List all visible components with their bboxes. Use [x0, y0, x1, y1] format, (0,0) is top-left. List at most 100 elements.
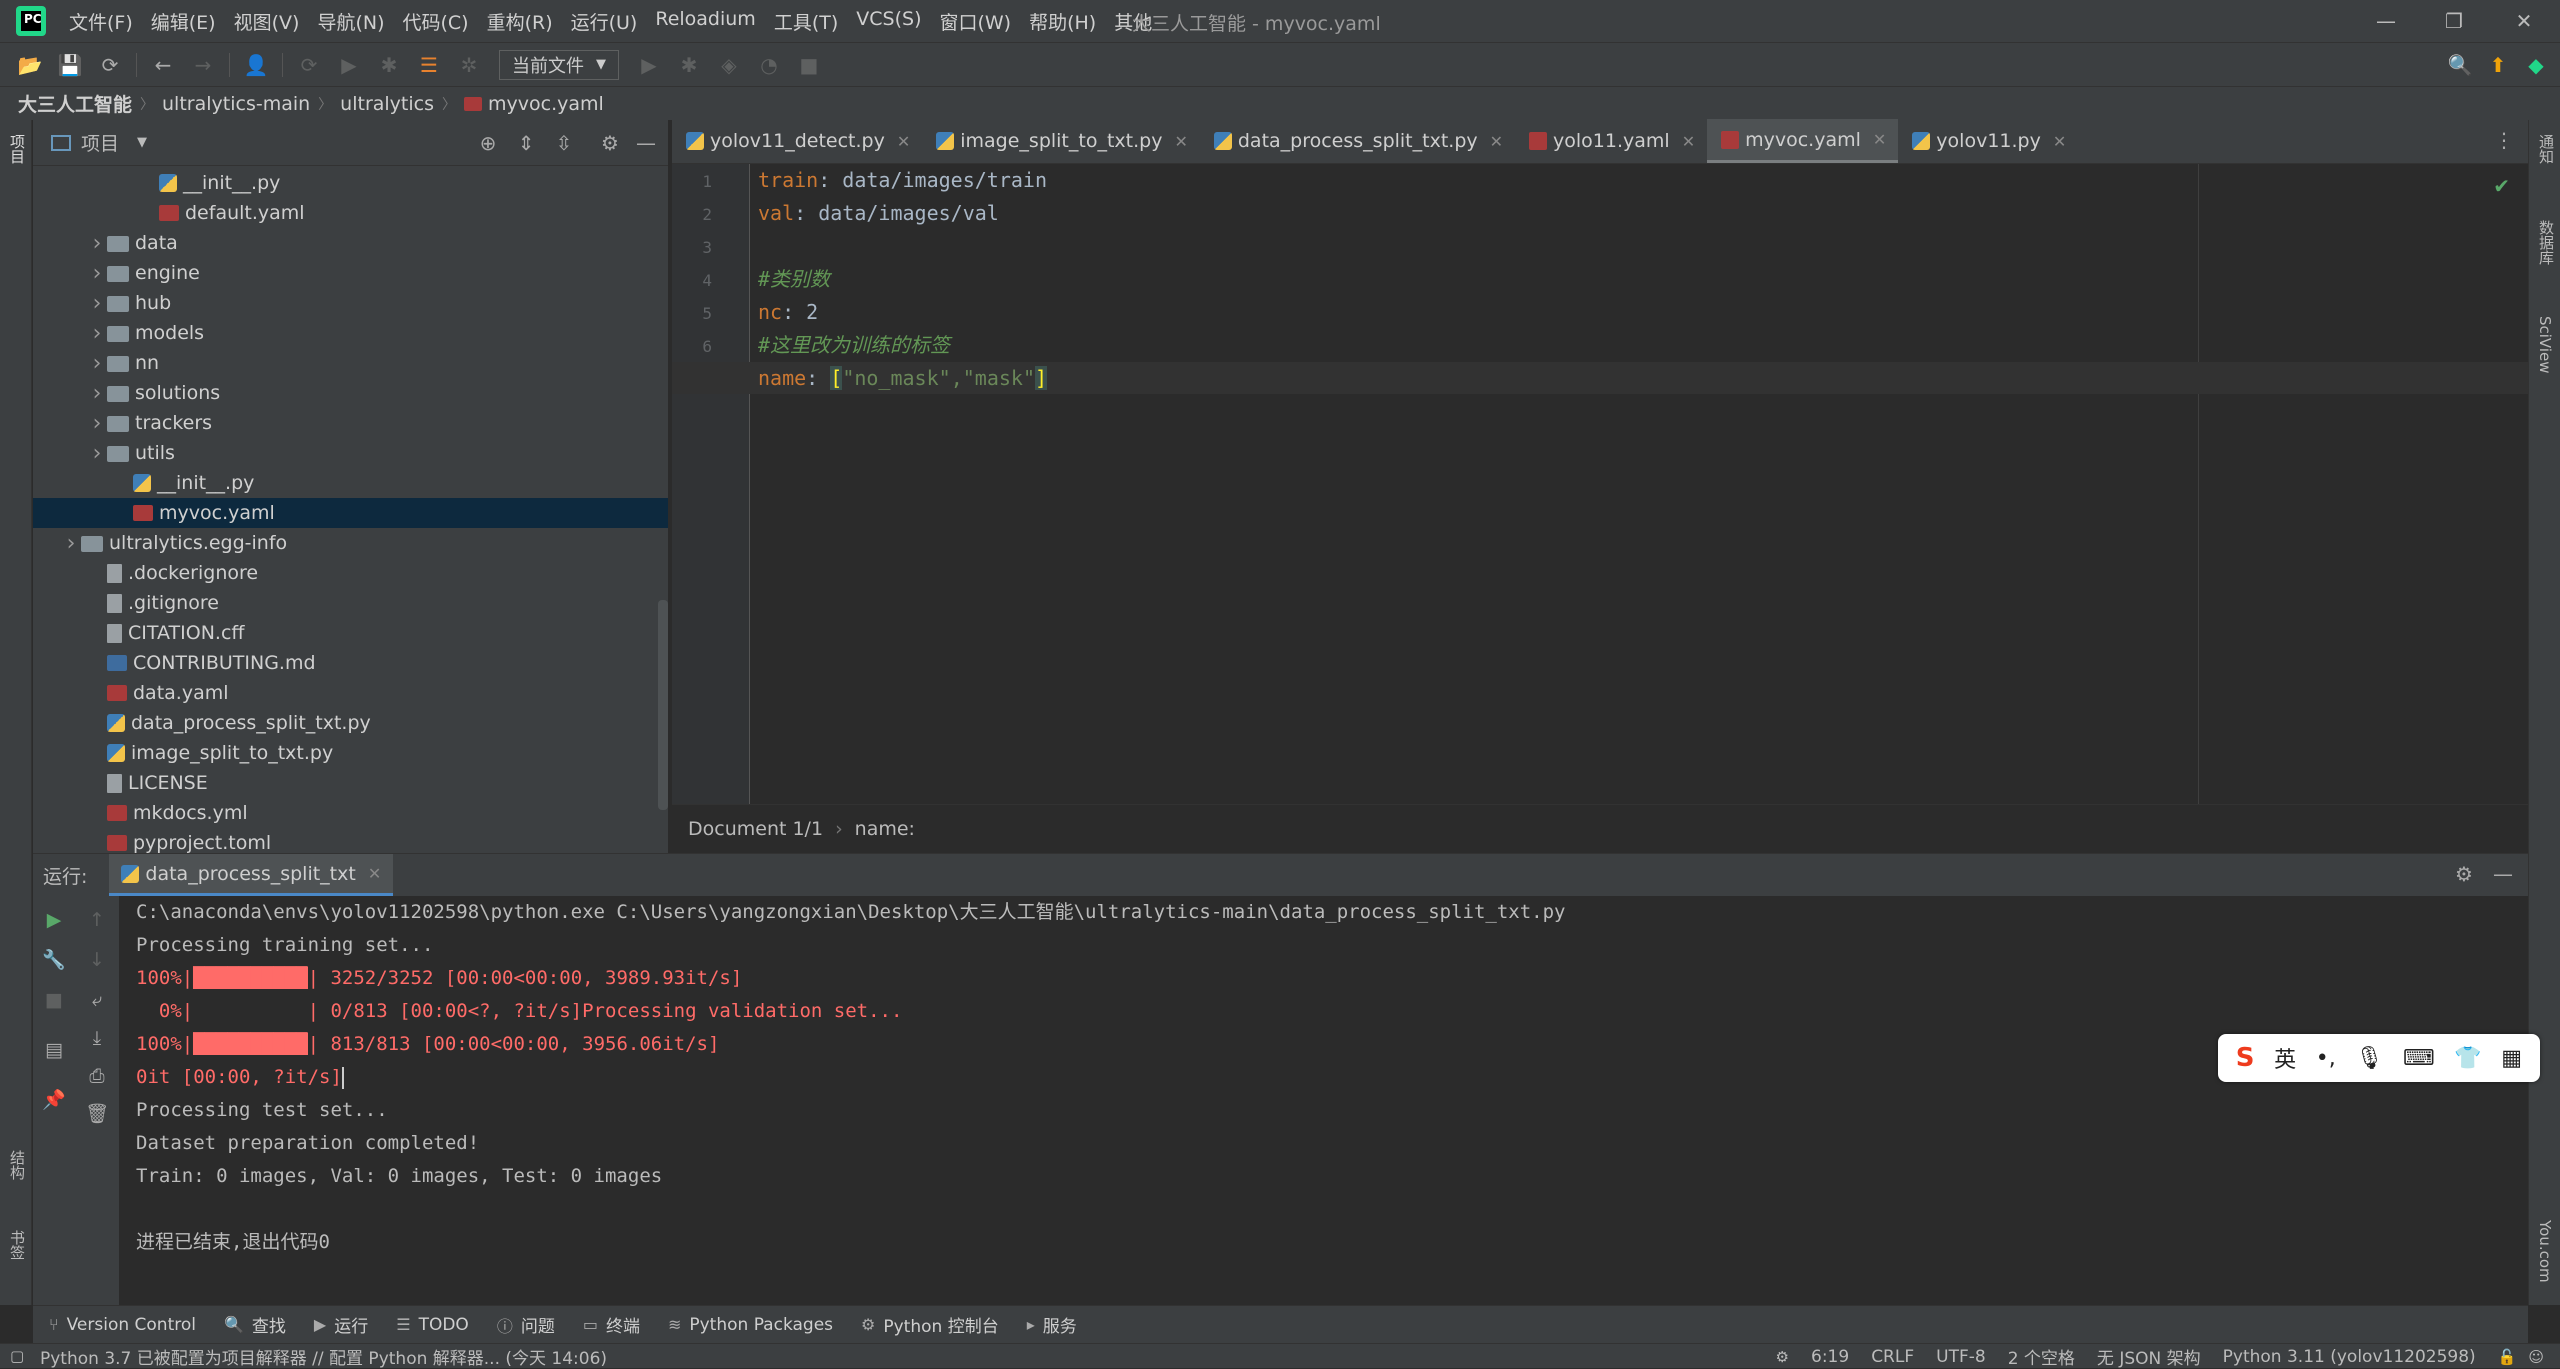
- debug-icon[interactable]: ✱: [673, 49, 705, 81]
- grid-menu-icon[interactable]: ▦: [2501, 1046, 2522, 1071]
- code-editor[interactable]: train: data/images/train val: data/image…: [672, 164, 2528, 804]
- forward-arrow-icon[interactable]: →: [187, 49, 219, 81]
- close-icon[interactable]: ✕: [2053, 132, 2066, 151]
- tree-item[interactable]: .gitignore: [33, 588, 668, 618]
- chevron-right-icon[interactable]: ›: [61, 531, 81, 556]
- bottom-tool-tab[interactable]: ⓘ 问题: [497, 1312, 555, 1338]
- maximize-button[interactable]: ❐: [2424, 4, 2484, 38]
- tree-item[interactable]: myvoc.yaml: [33, 498, 668, 528]
- close-icon[interactable]: ✕: [1174, 132, 1187, 151]
- breadcrumb-folder[interactable]: ultralytics-main: [162, 93, 310, 115]
- status-message[interactable]: Python 3.7 已被配置为项目解释器 // 配置 Python 解释器..…: [40, 1344, 607, 1369]
- menu-item[interactable]: 运行(U): [562, 8, 647, 35]
- breadcrumb-subfolder[interactable]: ultralytics: [340, 93, 434, 115]
- chevron-down-icon[interactable]: ▼: [137, 135, 147, 150]
- gear-icon[interactable]: ⚙: [595, 128, 625, 158]
- editor-tab[interactable]: myvoc.yaml ✕: [1707, 119, 1899, 163]
- close-icon[interactable]: ✕: [1490, 132, 1503, 151]
- scroll-to-end-icon[interactable]: ⤓: [83, 1024, 111, 1052]
- chevron-right-icon[interactable]: ›: [87, 351, 107, 376]
- run-tab[interactable]: data_process_split_txt ✕: [109, 854, 394, 896]
- code-line-4[interactable]: #类别数: [758, 263, 830, 295]
- ime-language-toggle[interactable]: 英: [2274, 1042, 2296, 1074]
- expand-all-icon[interactable]: ⇕: [511, 128, 541, 158]
- bottom-tool-tab[interactable]: ⚙ Python 控制台: [861, 1312, 999, 1337]
- chevron-right-icon[interactable]: ›: [87, 261, 107, 286]
- editor-tab[interactable]: yolo11.yaml ✕: [1515, 119, 1707, 163]
- tree-item[interactable]: › hub: [33, 288, 668, 318]
- menu-item[interactable]: 重构(R): [478, 8, 562, 35]
- tree-item[interactable]: › engine: [33, 258, 668, 288]
- tree-item[interactable]: CONTRIBUTING.md: [33, 648, 668, 678]
- tree-item[interactable]: › solutions: [33, 378, 668, 408]
- bottom-tool-tab[interactable]: 🔍 查找: [224, 1312, 286, 1337]
- tree-item[interactable]: › nn: [33, 348, 668, 378]
- background-tasks-icon[interactable]: ⚙: [1776, 1348, 1789, 1366]
- chevron-right-icon[interactable]: ›: [87, 291, 107, 316]
- chevron-right-icon[interactable]: ›: [87, 231, 107, 256]
- editor-tab[interactable]: yolov11_detect.py ✕: [672, 119, 922, 163]
- menu-item[interactable]: 代码(C): [393, 8, 477, 35]
- run-icon[interactable]: ▶: [633, 49, 665, 81]
- project-panel-title[interactable]: 项目: [81, 129, 119, 156]
- soft-wrap-icon[interactable]: ⤶: [83, 986, 111, 1014]
- chevron-right-icon[interactable]: ›: [87, 381, 107, 406]
- tree-item[interactable]: __init__.py: [33, 468, 668, 498]
- ime-toolbar[interactable]: S 英 •, 🎙 ⌨ 👕 ▦: [2218, 1034, 2540, 1082]
- editor-tab[interactable]: yolov11.py ✕: [1898, 119, 2078, 163]
- run-config-dropdown[interactable]: 当前文件 ▼: [499, 49, 619, 80]
- user-icon[interactable]: 👤: [240, 49, 272, 81]
- tree-item[interactable]: › models: [33, 318, 668, 348]
- breadcrumb-file[interactable]: myvoc.yaml: [488, 93, 604, 115]
- code-line-7[interactable]: name: ["no_mask","mask"]: [672, 362, 2528, 394]
- update-icon[interactable]: ⬆: [2482, 49, 2514, 81]
- close-icon[interactable]: ✕: [897, 132, 910, 151]
- run-reloadium-icon[interactable]: ▶: [333, 49, 365, 81]
- tree-item[interactable]: mkdocs.yml: [33, 798, 668, 828]
- chevron-right-icon[interactable]: ›: [87, 441, 107, 466]
- sogou-logo-icon[interactable]: S: [2236, 1043, 2255, 1073]
- tree-item[interactable]: default.yaml: [33, 198, 668, 228]
- code-line-5[interactable]: nc: 2: [758, 296, 818, 328]
- tree-item[interactable]: image_split_to_txt.py: [33, 738, 668, 768]
- tree-item[interactable]: data_process_split_txt.py: [33, 708, 668, 738]
- collapse-all-icon[interactable]: ⇳: [549, 128, 579, 158]
- file-encoding[interactable]: UTF-8: [1936, 1347, 1986, 1367]
- sciview-tool-tab[interactable]: SciView: [2536, 316, 2554, 374]
- menu-item[interactable]: 帮助(H): [1020, 8, 1105, 35]
- settings-reloadium-icon[interactable]: ✲: [453, 49, 485, 81]
- tree-item[interactable]: › data: [33, 228, 668, 258]
- profile-run-icon[interactable]: ◔: [753, 49, 785, 81]
- close-icon[interactable]: ✕: [368, 864, 381, 883]
- stop-icon[interactable]: ■: [40, 986, 68, 1014]
- close-icon[interactable]: ✕: [1873, 130, 1886, 149]
- gear-icon[interactable]: ⚙: [2455, 862, 2473, 886]
- hide-panel-icon[interactable]: —: [631, 128, 661, 158]
- sync-icon[interactable]: ⟳: [94, 49, 126, 81]
- bottom-tool-tab[interactable]: ▸ 服务: [1027, 1312, 1077, 1337]
- skin-icon[interactable]: 👕: [2454, 1046, 2481, 1071]
- menu-item[interactable]: 编辑(E): [142, 8, 225, 35]
- menu-item[interactable]: 窗口(W): [930, 8, 1020, 35]
- chevron-right-icon[interactable]: ›: [87, 321, 107, 346]
- inspection-ok-icon[interactable]: ✔: [2493, 174, 2510, 198]
- wrench-icon[interactable]: 🔧: [40, 946, 68, 974]
- console-output[interactable]: C:\anaconda\envs\yolov11202598\python.ex…: [136, 896, 2526, 1306]
- lock-icon[interactable]: 🔓: [2498, 1348, 2517, 1366]
- hide-panel-icon[interactable]: —: [2493, 862, 2513, 886]
- down-arrow-icon[interactable]: ↓: [83, 946, 111, 974]
- bottom-tool-tab[interactable]: ☰ TODO: [396, 1315, 469, 1335]
- line-separator[interactable]: CRLF: [1871, 1347, 1914, 1367]
- tree-item[interactable]: .dockerignore: [33, 558, 668, 588]
- coverage-icon[interactable]: ◈: [713, 49, 745, 81]
- jetbrains-icon[interactable]: ◆: [2520, 49, 2552, 81]
- notifications-tool-tab[interactable]: 通知: [2536, 134, 2557, 164]
- minimize-button[interactable]: —: [2356, 4, 2416, 38]
- stop-icon[interactable]: ■: [793, 49, 825, 81]
- editor-tab[interactable]: image_split_to_txt.py ✕: [922, 119, 1200, 163]
- code-line-6[interactable]: #这里改为训练的标签: [758, 329, 950, 361]
- project-tool-tab[interactable]: 项目: [7, 134, 28, 164]
- menu-item[interactable]: 视图(V): [225, 8, 309, 35]
- breadcrumb-project[interactable]: 大三人工智能: [18, 90, 132, 117]
- code-line-1[interactable]: train: data/images/train: [758, 164, 1047, 196]
